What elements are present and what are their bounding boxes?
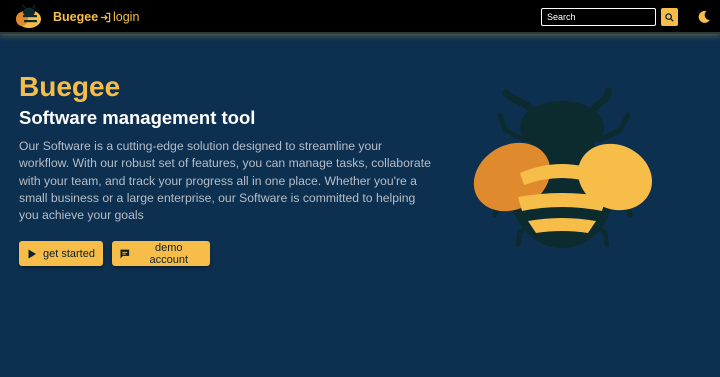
bee-illustration [473,87,652,248]
hero-title: Buegee [19,71,121,102]
brand-name[interactable]: Buegee [53,10,98,24]
hero-description: Our Software is a cutting-edge solution … [19,139,431,223]
login-link[interactable]: login [100,10,139,24]
theme-toggle-button[interactable] [696,8,712,26]
login-label: login [113,10,140,24]
search-button[interactable] [661,8,678,26]
hero-subtitle: Software management tool [19,107,256,128]
moon-icon [698,10,710,23]
chat-icon [120,249,130,258]
get-started-label: get started [43,247,95,260]
bee-logo-icon[interactable] [14,4,44,30]
play-icon [28,249,36,258]
login-icon [100,12,111,22]
get-started-button[interactable]: get started [19,241,103,266]
demo-account-label: demo account [149,241,189,266]
search-input[interactable] [541,8,656,26]
demo-account-button[interactable]: demo account [112,241,210,266]
top-navbar: Buegee login [0,0,720,34]
search-icon [665,12,674,22]
